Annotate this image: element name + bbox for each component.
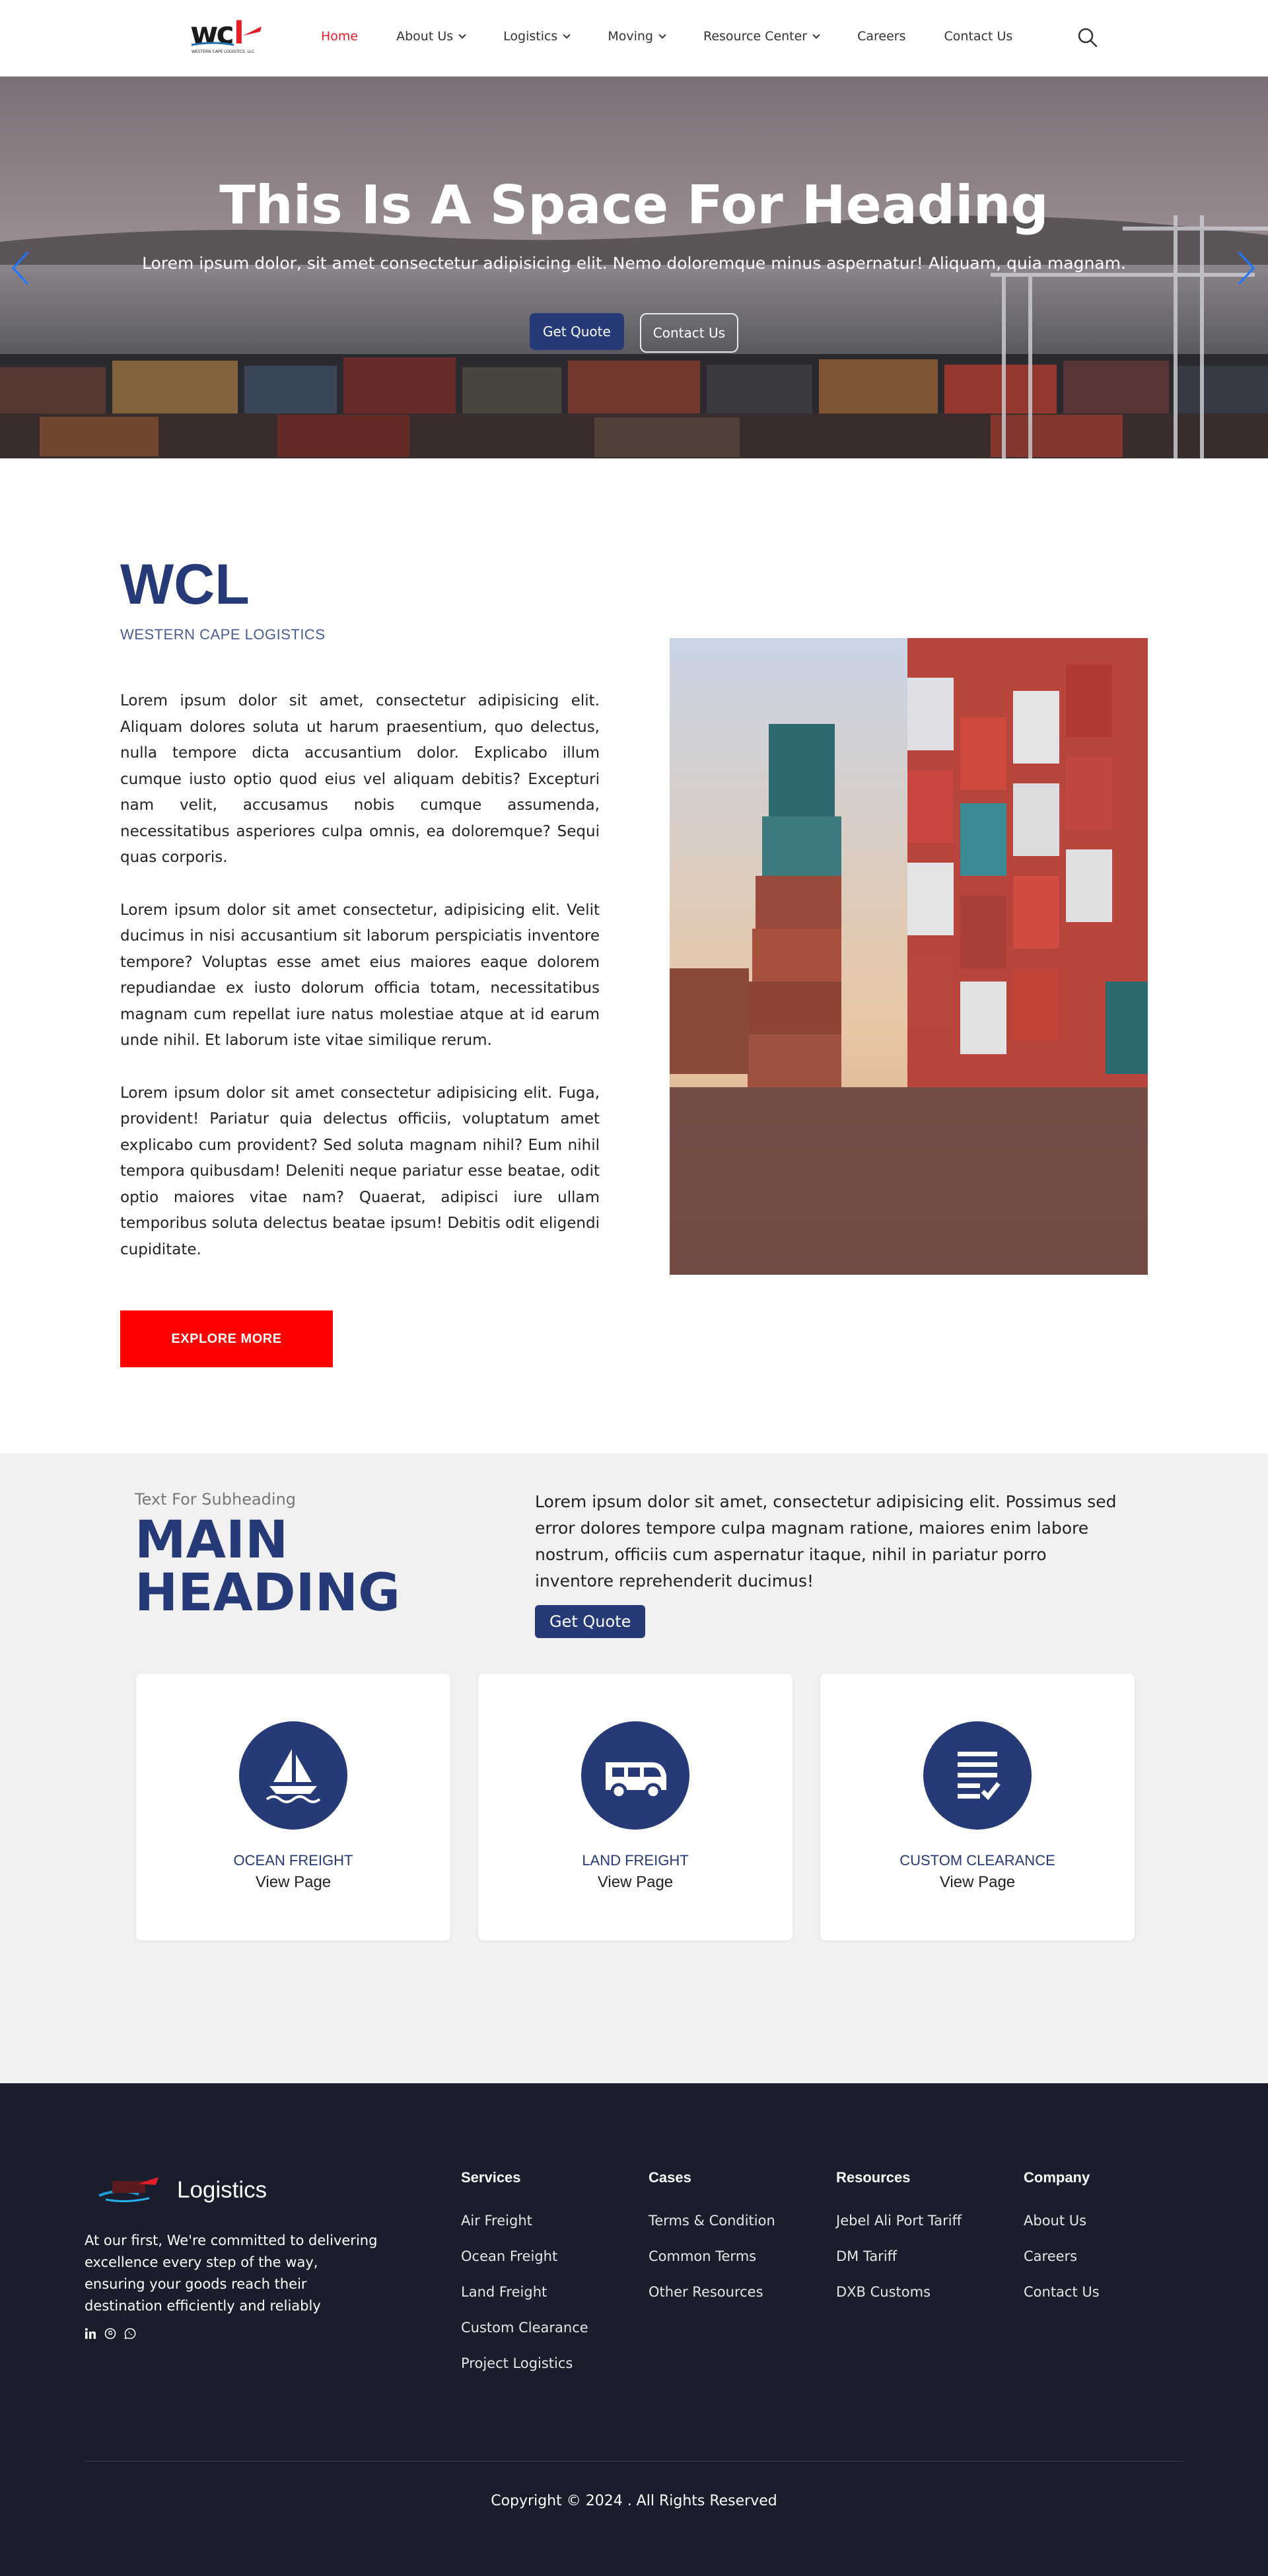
footer-link-project-logistics[interactable]: Project Logistics xyxy=(461,2355,588,2371)
footer-link-dxb-customs[interactable]: DXB Customs xyxy=(836,2284,962,2300)
service-card-land-freight[interactable]: LAND FREIGHT View Page xyxy=(478,1674,792,1941)
svg-text:l: l xyxy=(234,15,244,51)
about-paragraph: Lorem ipsum dolor sit amet consectetur, … xyxy=(120,901,600,1050)
contact-us-button[interactable]: Contact Us xyxy=(639,313,739,353)
footer-column-cases: Cases Terms & Condition Common Terms Oth… xyxy=(649,2169,775,2320)
chevron-down-icon xyxy=(658,30,666,39)
footer-column-resources: Resources Jebel Ali Port Tariff DM Tarif… xyxy=(836,2169,962,2320)
threads-icon[interactable] xyxy=(104,2328,116,2340)
footer-column-heading: Cases xyxy=(649,2169,691,2186)
footer-divider xyxy=(85,2461,1183,2462)
footer-logo[interactable] xyxy=(92,2169,169,2209)
footer-brand: Logistics xyxy=(177,2177,267,2203)
main-menu: Home About Us Logistics Moving Resource … xyxy=(321,29,1051,44)
about-text: Lorem ipsum dolor sit amet, consectetur … xyxy=(120,688,600,1289)
card-title: OCEAN FREIGHT xyxy=(233,1852,353,1869)
footer-social-links xyxy=(85,2328,136,2340)
services-section: Text For Subheading MAIN HEADING Lorem i… xyxy=(0,1453,1268,2083)
wcl-logo[interactable]: wc l WESTERN CAPE LOGISTICS, LLC xyxy=(188,15,267,62)
nav-item-careers[interactable]: Careers xyxy=(857,29,905,44)
nav-item-about-us[interactable]: About Us xyxy=(396,29,466,44)
services-text: Lorem ipsum dolor sit amet, consectetur … xyxy=(535,1492,1117,1591)
nav-item-home[interactable]: Home xyxy=(321,29,358,44)
footer-link-common-terms[interactable]: Common Terms xyxy=(649,2248,775,2264)
service-card-ocean-freight[interactable]: OCEAN FREIGHT View Page xyxy=(136,1674,450,1941)
about-subtitle: WESTERN CAPE LOGISTICS xyxy=(120,626,326,643)
service-card-custom-clearance[interactable]: CUSTOM CLEARANCE View Page xyxy=(820,1674,1135,1941)
hero-heading: This Is A Space For Heading xyxy=(219,174,1049,236)
footer-column-heading: Services xyxy=(461,2169,521,2186)
about-paragraph: Lorem ipsum dolor sit amet consectetur a… xyxy=(120,1084,600,1258)
footer-link-terms-condition[interactable]: Terms & Condition xyxy=(649,2213,775,2229)
chevron-down-icon xyxy=(812,30,820,39)
document-check-icon xyxy=(923,1721,1032,1830)
view-page-link[interactable]: View Page xyxy=(820,1873,1135,1892)
sailboat-icon xyxy=(239,1721,347,1830)
search-icon[interactable] xyxy=(1076,26,1099,49)
footer-column-heading: Resources xyxy=(836,2169,911,2186)
services-subheading: Text For Subheading xyxy=(135,1490,297,1509)
van-icon xyxy=(581,1721,689,1830)
container-stack-image xyxy=(670,638,1148,1275)
card-title: LAND FREIGHT xyxy=(582,1852,689,1869)
footer-link-ocean-freight[interactable]: Ocean Freight xyxy=(461,2248,588,2264)
whatsapp-icon[interactable] xyxy=(124,2328,136,2340)
carousel-next-arrow-icon[interactable] xyxy=(1232,248,1259,288)
about-title: WCL xyxy=(120,553,250,616)
linkedin-icon[interactable] xyxy=(85,2328,96,2340)
footer-link-air-freight[interactable]: Air Freight xyxy=(461,2213,588,2229)
nav-item-logistics[interactable]: Logistics xyxy=(503,29,571,44)
services-heading: MAIN HEADING xyxy=(135,1511,400,1623)
footer-link-dm-tariff[interactable]: DM Tariff xyxy=(836,2248,962,2264)
carousel-prev-arrow-icon[interactable] xyxy=(8,248,34,288)
svg-text:WESTERN CAPE LOGISTICS, LLC: WESTERN CAPE LOGISTICS, LLC xyxy=(192,50,254,54)
nav-item-resource-center[interactable]: Resource Center xyxy=(703,29,820,44)
footer-description: At our first, We're committed to deliver… xyxy=(85,2233,378,2314)
footer-link-custom-clearance[interactable]: Custom Clearance xyxy=(461,2320,588,2336)
footer-column-services: Services Air Freight Ocean Freight Land … xyxy=(461,2169,588,2391)
nav-item-moving[interactable]: Moving xyxy=(608,29,666,44)
footer-link-contact-us[interactable]: Contact Us xyxy=(1024,2284,1100,2300)
services-get-quote-button[interactable]: Get Quote xyxy=(535,1605,646,1638)
footer-link-about-us[interactable]: About Us xyxy=(1024,2213,1100,2229)
view-page-link[interactable]: View Page xyxy=(136,1873,450,1892)
footer-link-land-freight[interactable]: Land Freight xyxy=(461,2284,588,2300)
site-footer: Logistics At our first, We're committed … xyxy=(0,2083,1268,2576)
footer-link-jebel-ali-port-tariff[interactable]: Jebel Ali Port Tariff xyxy=(836,2213,962,2229)
explore-more-button[interactable]: EXPLORE MORE xyxy=(120,1310,333,1367)
chevron-down-icon xyxy=(458,30,466,39)
card-title: CUSTOM CLEARANCE xyxy=(899,1852,1055,1869)
view-page-link[interactable]: View Page xyxy=(478,1873,792,1892)
top-navigation: wc l WESTERN CAPE LOGISTICS, LLC Home Ab… xyxy=(0,0,1268,77)
footer-column-company: Company About Us Careers Contact Us xyxy=(1024,2169,1100,2320)
get-quote-button[interactable]: Get Quote xyxy=(529,313,624,350)
about-paragraph: Lorem ipsum dolor sit amet, consectetur … xyxy=(120,692,600,866)
chevron-down-icon xyxy=(563,30,571,39)
hero-banner: This Is A Space For Heading Lorem ipsum … xyxy=(0,77,1268,458)
nav-item-contact-us[interactable]: Contact Us xyxy=(944,29,1013,44)
footer-column-heading: Company xyxy=(1024,2169,1090,2186)
copyright-text: Copyright © 2024 . All Rights Reserved xyxy=(491,2493,777,2509)
svg-text:wc: wc xyxy=(190,15,232,51)
footer-link-careers[interactable]: Careers xyxy=(1024,2248,1100,2264)
hero-subtitle: Lorem ipsum dolor, sit amet consectetur … xyxy=(142,254,1126,273)
hero-buttons: Get Quote Contact Us xyxy=(0,313,1268,353)
footer-link-other-resources[interactable]: Other Resources xyxy=(649,2284,775,2300)
